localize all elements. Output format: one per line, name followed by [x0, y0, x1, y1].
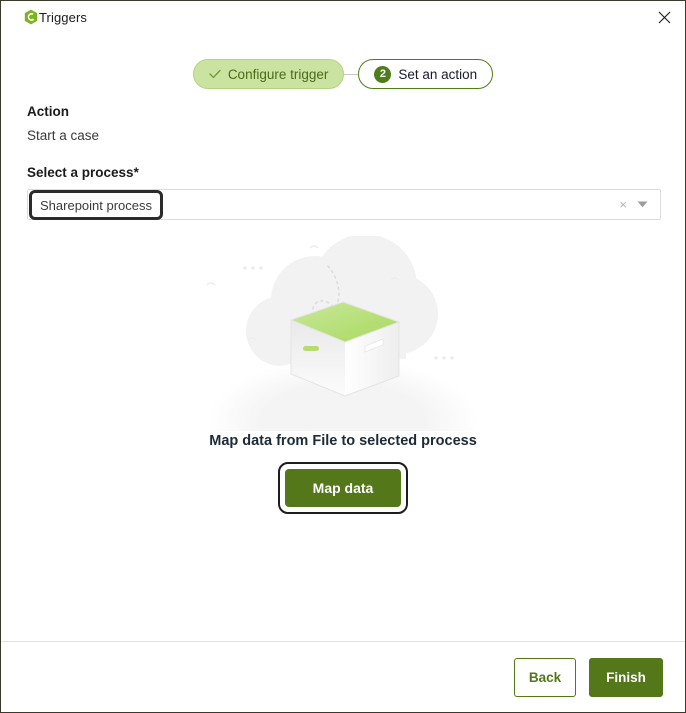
action-value-text: Start a case: [27, 128, 100, 143]
close-button[interactable]: [644, 1, 685, 33]
close-icon: [658, 11, 671, 23]
select-value-area[interactable]: Sharepoint process: [28, 190, 619, 220]
action-heading: Action: [27, 104, 69, 119]
triggers-dialog-window: Triggers Configure trigger 2 Set an acti…: [0, 0, 686, 713]
map-data-button[interactable]: Map data: [284, 469, 402, 507]
check-icon: [209, 67, 221, 82]
empty-state-panel: Map data from File to selected process M…: [1, 236, 685, 514]
empty-box-cloud-illustration-icon: [193, 236, 493, 431]
wizard-stepper: Configure trigger 2 Set an action: [1, 59, 685, 89]
back-button[interactable]: Back: [514, 658, 576, 697]
step-configure-trigger[interactable]: Configure trigger: [192, 59, 345, 89]
stepper-connector: [344, 73, 359, 75]
finish-button[interactable]: Finish: [589, 658, 663, 697]
select-process-input[interactable]: Sharepoint process: [29, 190, 164, 220]
select-process-value: Sharepoint process: [40, 197, 153, 213]
step-set-an-action[interactable]: 2 Set an action: [358, 59, 494, 89]
window-title: Triggers: [39, 9, 87, 25]
chevron-down-icon[interactable]: [637, 201, 648, 208]
step-number-badge: 2: [374, 65, 392, 83]
clear-x-icon[interactable]: ×: [619, 198, 627, 211]
footer-divider: [1, 641, 685, 642]
select-process-label-text: Select a process: [27, 165, 134, 180]
step-set-an-action-label: Set an action: [398, 66, 478, 82]
select-process-label: Select a process*: [27, 165, 139, 180]
flowable-hexagon-logo-icon: [12, 9, 38, 25]
select-process-dropdown[interactable]: Sharepoint process ×: [27, 189, 661, 220]
footer-actions: Back Finish: [514, 658, 663, 697]
required-asterisk: *: [133, 165, 139, 180]
map-data-focus-ring: Map data: [277, 462, 409, 514]
empty-state-title: Map data from File to selected process: [209, 433, 477, 449]
titlebar: Triggers: [1, 1, 685, 33]
step-configure-trigger-label: Configure trigger: [227, 66, 329, 82]
